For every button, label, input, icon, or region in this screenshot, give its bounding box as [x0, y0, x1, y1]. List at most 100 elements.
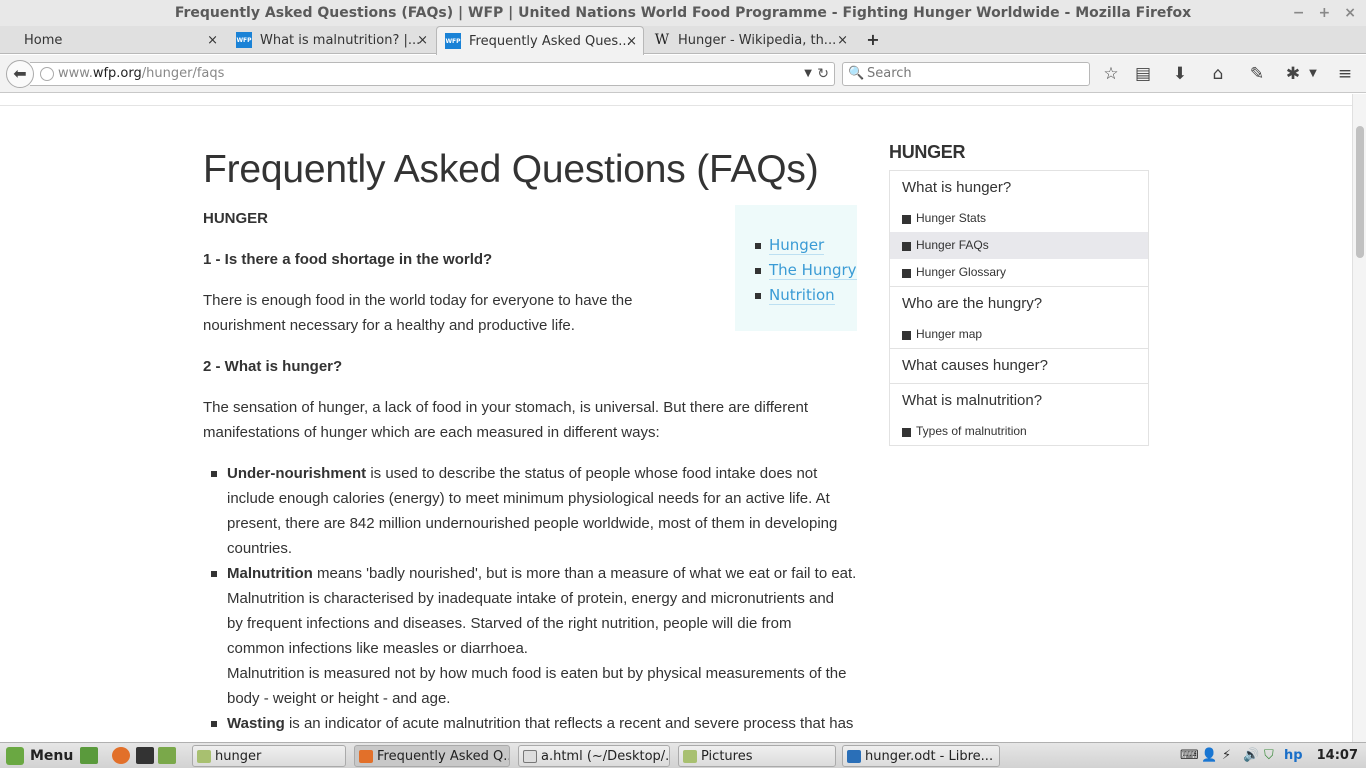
reload-icon[interactable]: ↻: [817, 63, 829, 85]
terminal-icon[interactable]: [136, 747, 154, 764]
bullet-icon: [902, 428, 911, 437]
folder-icon: [683, 750, 697, 763]
taskbar-window-label: hunger: [215, 749, 262, 764]
sidebar-item-types-of-malnutrition[interactable]: Types of malnutrition: [890, 418, 1148, 445]
download-icon[interactable]: ⬇: [1169, 64, 1191, 84]
sidebar-item-what-causes-hunger[interactable]: What causes hunger?: [890, 349, 1148, 383]
search-icon: 🔍: [848, 66, 865, 81]
taskbar-window-label: hunger.odt - Libre...: [865, 749, 994, 764]
maximize-button[interactable]: +: [1319, 0, 1331, 26]
search-input[interactable]: 🔍 Search: [842, 62, 1090, 86]
start-menu-button[interactable]: Menu: [4, 745, 73, 767]
taskbar-window-libreoffice[interactable]: hunger.odt - Libre...: [842, 745, 1000, 767]
menu-label: Menu: [30, 748, 74, 764]
sidebar-item-label: Hunger Stats: [916, 211, 987, 225]
mint-logo-icon: [6, 747, 24, 765]
list-item-malnutrition: Malnutrition means 'badly nourished', bu…: [211, 561, 857, 711]
tab-wikipedia[interactable]: W Hunger - Wikipedia, th... ×: [646, 26, 854, 54]
hp-printer-icon[interactable]: hp: [1284, 745, 1303, 767]
answer-2-line-2: manifestations of hunger which are each …: [203, 424, 660, 441]
bullet-icon: [211, 571, 217, 577]
new-tab-button[interactable]: +: [864, 26, 882, 54]
close-window-button[interactable]: ×: [1344, 0, 1356, 26]
keyboard-icon[interactable]: ⌨: [1180, 745, 1199, 767]
clock[interactable]: 14:07: [1317, 745, 1358, 767]
firefox-icon[interactable]: [112, 747, 130, 764]
bullet-icon: [211, 721, 217, 727]
page-viewport: Frequently Asked Questions (FAQs) HUNGER…: [0, 94, 1366, 742]
sidebar-item-hunger-faqs[interactable]: Hunger FAQs: [890, 232, 1148, 259]
taskbar-window-firefox[interactable]: Frequently Asked Q...: [354, 745, 510, 767]
url-prefix: www.: [58, 66, 93, 81]
toc-label[interactable]: The Hungry: [769, 261, 857, 280]
hamburger-menu-icon[interactable]: ≡: [1334, 64, 1356, 84]
url-host: wfp.org: [92, 66, 142, 81]
tab-malnutrition[interactable]: WFP What is malnutrition? |... ×: [228, 26, 434, 54]
minimize-button[interactable]: −: [1293, 0, 1305, 26]
taskbar-window-editor[interactable]: a.html (~/Desktop/...: [518, 745, 670, 767]
sidebar-group: What causes hunger?: [890, 348, 1148, 383]
home-icon[interactable]: ⌂: [1207, 64, 1229, 84]
user-icon[interactable]: 👤: [1201, 745, 1217, 767]
tab-close-icon[interactable]: ×: [417, 33, 428, 48]
show-desktop-icon[interactable]: [80, 747, 98, 764]
sidebar-item-hunger-stats[interactable]: Hunger Stats: [890, 205, 1148, 232]
text-line: include enough calories (energy) to meet…: [227, 490, 830, 507]
term-wasting: Wasting: [227, 715, 285, 732]
tab-close-icon[interactable]: ×: [837, 33, 848, 48]
tab-label: Home: [24, 32, 63, 48]
tab-label: What is malnutrition? |...: [260, 32, 421, 48]
extension-icon[interactable]: ✱: [1282, 64, 1304, 84]
question-1: 1 - Is there a food shortage in the worl…: [203, 251, 493, 268]
taskbar-window-label: Pictures: [701, 749, 753, 764]
tab-home[interactable]: Home ×: [0, 26, 224, 54]
answer-1-line-1: There is enough food in the world today …: [203, 292, 633, 309]
sidebar-item-what-is-malnutrition[interactable]: What is malnutrition?: [890, 384, 1148, 418]
globe-icon: [40, 67, 54, 81]
url-dropdown-icon[interactable]: ▼: [804, 63, 812, 85]
text-editor-icon: [523, 750, 537, 763]
files-icon[interactable]: [158, 747, 176, 764]
volume-icon[interactable]: 🔊: [1243, 745, 1259, 767]
bullet-icon: [902, 242, 911, 251]
back-icon[interactable]: ⬅: [6, 60, 34, 88]
tab-label: Hunger - Wikipedia, th...: [678, 32, 837, 48]
taskbar-window-pictures[interactable]: Pictures: [678, 745, 836, 767]
shield-icon[interactable]: ⛉: [1264, 745, 1274, 767]
bullet-icon: [902, 269, 911, 278]
sidebar-item-what-is-hunger[interactable]: What is hunger?: [890, 171, 1148, 205]
network-icon[interactable]: ⚡: [1222, 745, 1231, 767]
answer-1-line-2: nourishment necessary for a healthy and …: [203, 317, 575, 334]
header-divider: [0, 105, 1352, 106]
search-placeholder: Search: [867, 66, 912, 81]
question-2: 2 - What is hunger?: [203, 358, 343, 375]
url-bar[interactable]: www.wfp.org/hunger/faqs ▼ ↻: [30, 62, 835, 86]
sidebar-group: What is hunger? Hunger Stats Hunger FAQs…: [890, 171, 1148, 286]
bullet-icon: [755, 268, 761, 274]
sidebar-nav: HUNGER What is hunger? Hunger Stats Hung…: [889, 142, 1149, 446]
taskbar-window-label: a.html (~/Desktop/...: [541, 749, 670, 764]
tab-close-icon[interactable]: ×: [626, 34, 637, 49]
scrollbar-thumb[interactable]: [1356, 126, 1364, 258]
toc-label[interactable]: Hunger: [769, 236, 825, 255]
extension-dropdown-icon[interactable]: ▼: [1302, 64, 1324, 84]
tab-faqs[interactable]: WFP Frequently Asked Ques... ×: [436, 26, 644, 55]
taskbar-window-hunger[interactable]: hunger: [192, 745, 346, 767]
toc-label[interactable]: Nutrition: [769, 286, 835, 305]
sidebar-menu: What is hunger? Hunger Stats Hunger FAQs…: [889, 170, 1149, 446]
tab-bar: Home × WFP What is malnutrition? |... × …: [0, 26, 1366, 55]
sync-icon[interactable]: ✎: [1246, 64, 1268, 84]
navigation-bar: www.wfp.org/hunger/faqs ▼ ↻ ⬅ 🔍 Search ☆…: [0, 55, 1366, 93]
sidebar-item-hunger-map[interactable]: Hunger map: [890, 321, 1148, 348]
reading-list-icon[interactable]: ▤: [1132, 64, 1154, 84]
bullet-icon: [902, 215, 911, 224]
tab-close-icon[interactable]: ×: [207, 33, 218, 48]
taskbar-window-label: Frequently Asked Q...: [377, 749, 510, 764]
page-toc: Hunger The Hungry Nutrition: [735, 205, 857, 331]
text-line: is an indicator of acute malnutrition th…: [284, 715, 854, 732]
text-line: present, there are 842 million undernour…: [227, 515, 838, 532]
page-scrollbar[interactable]: [1352, 94, 1366, 742]
sidebar-item-who-are-the-hungry[interactable]: Who are the hungry?: [890, 287, 1148, 321]
sidebar-item-hunger-glossary[interactable]: Hunger Glossary: [890, 259, 1148, 286]
bookmark-star-icon[interactable]: ☆: [1100, 64, 1122, 84]
